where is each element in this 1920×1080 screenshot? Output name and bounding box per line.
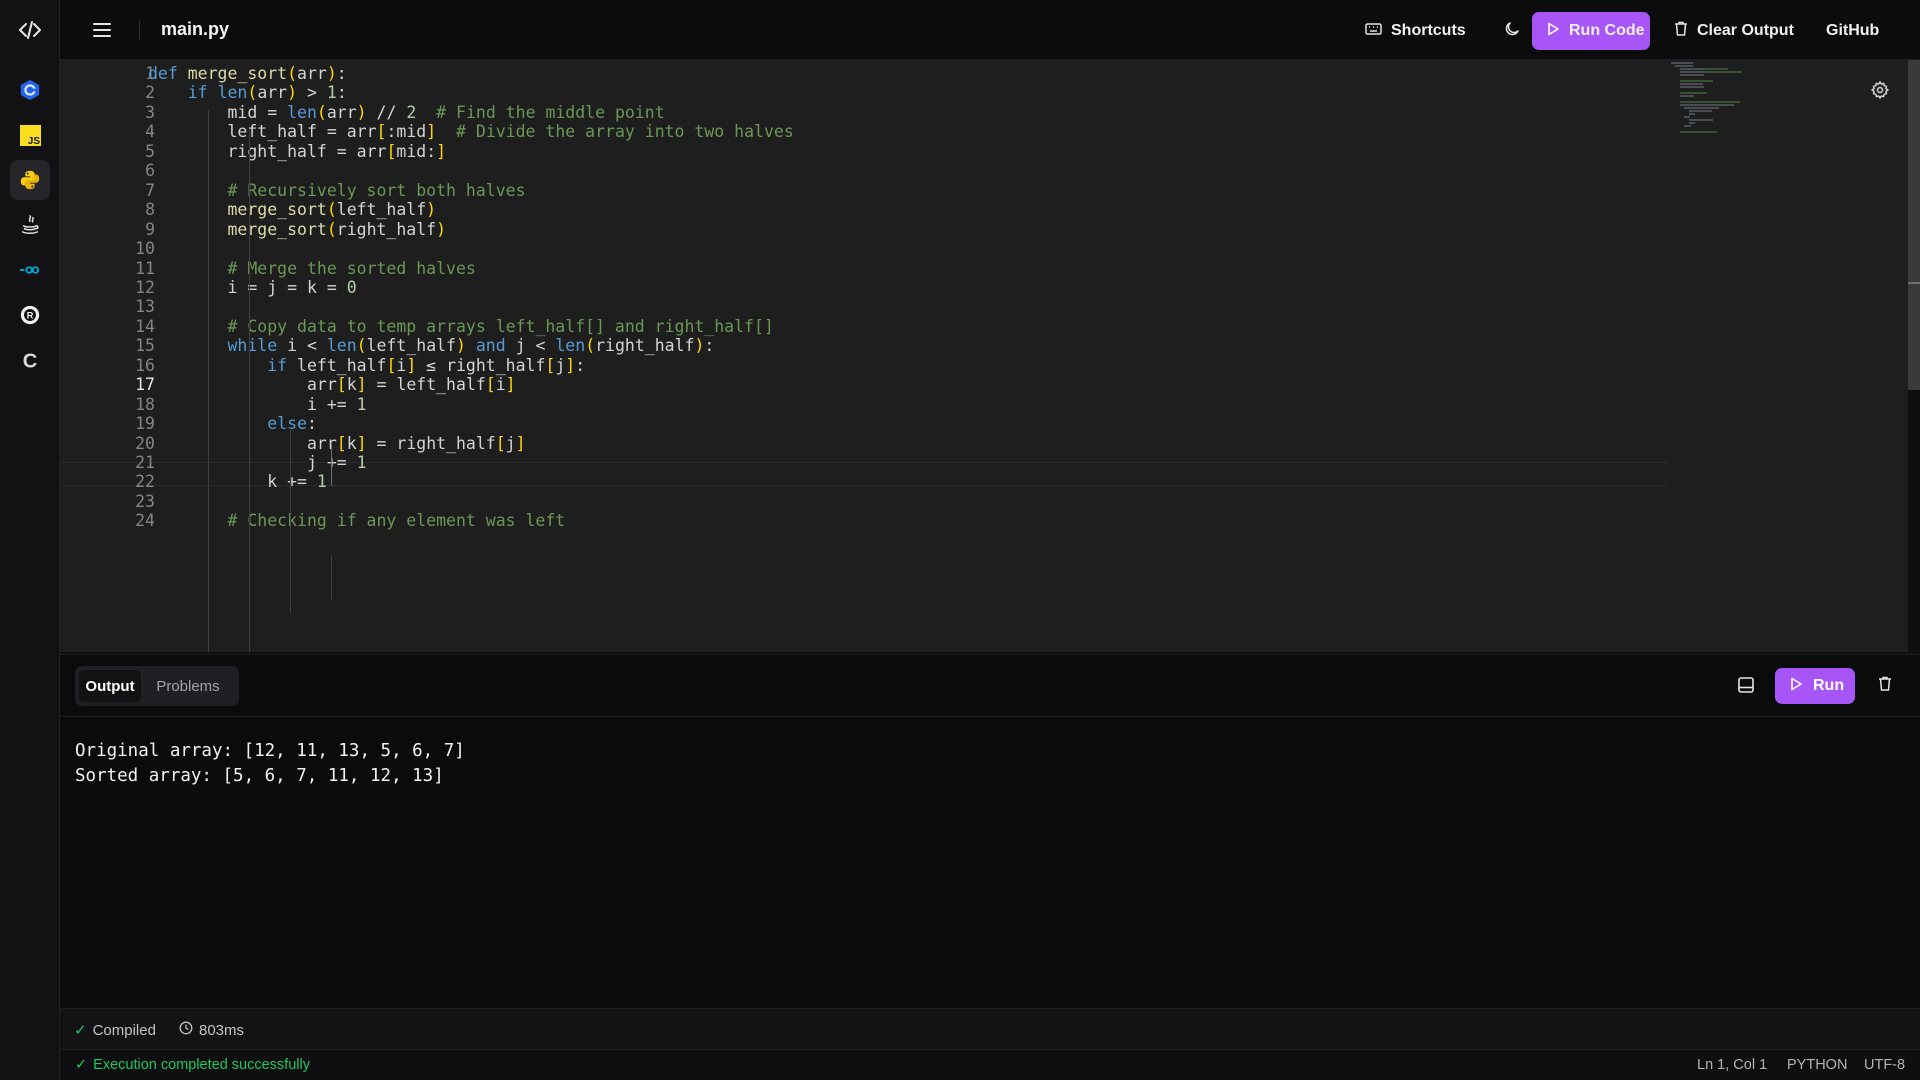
menu-icon[interactable] bbox=[90, 18, 114, 42]
duration-label: 803ms bbox=[199, 1021, 245, 1039]
minimap-line bbox=[1688, 110, 1712, 112]
language-java-button[interactable] bbox=[10, 205, 50, 245]
editor-scrollbar[interactable] bbox=[1908, 60, 1920, 390]
minimap-line bbox=[1679, 131, 1718, 133]
play-icon bbox=[1789, 677, 1803, 696]
language-mode[interactable]: PYTHON bbox=[1787, 1057, 1847, 1073]
app-logo-icon[interactable] bbox=[10, 10, 50, 50]
trash-icon bbox=[1878, 676, 1892, 695]
console-line: Original array: [12, 11, 13, 5, 6, 7] bbox=[75, 741, 465, 761]
minimap-line bbox=[1688, 119, 1713, 121]
minimap-line bbox=[1679, 104, 1734, 106]
execution-message-text: Execution completed successfully bbox=[93, 1057, 310, 1073]
compiled-label: Compiled bbox=[92, 1021, 156, 1039]
minimap-line bbox=[1679, 74, 1704, 76]
gear-icon[interactable] bbox=[1870, 80, 1890, 100]
language-rust-button[interactable]: R bbox=[10, 295, 50, 335]
language-python-button[interactable] bbox=[10, 160, 50, 200]
shortcuts-label: Shortcuts bbox=[1391, 22, 1466, 39]
language-sidebar: JS R C bbox=[0, 0, 60, 1080]
minimap-line bbox=[1705, 71, 1743, 73]
indent-guide bbox=[249, 130, 250, 652]
minimap-line bbox=[1679, 71, 1706, 73]
console-line: Sorted array: [5, 6, 7, 11, 12, 13] bbox=[75, 766, 444, 786]
file-encoding[interactable]: UTF-8 bbox=[1864, 1057, 1905, 1073]
python-icon bbox=[19, 169, 41, 191]
minimap-line bbox=[1679, 101, 1741, 103]
language-c-button[interactable]: C bbox=[10, 340, 50, 380]
scrollbar-cursor-marker bbox=[1908, 282, 1920, 284]
minimap-line bbox=[1675, 65, 1693, 67]
code-editor[interactable]: 1 def merge_sort(arr): 2 if len(arr) > 1: 3… bbox=[60, 60, 1908, 652]
run-label: Run bbox=[1813, 677, 1845, 694]
java-icon bbox=[19, 214, 41, 236]
trash-icon bbox=[1674, 21, 1688, 41]
minimap-line bbox=[1684, 116, 1690, 118]
code-text: # Checking if any element was left bbox=[227, 511, 566, 531]
output-divider bbox=[60, 716, 1920, 717]
github-link[interactable]: GitHub bbox=[1826, 12, 1879, 50]
language-javascript-button[interactable]: JS bbox=[10, 115, 50, 155]
minimap-line bbox=[1684, 107, 1720, 109]
minimap-line bbox=[1702, 68, 1729, 70]
top-toolbar: main.py Shortcuts Run Code Clear Output … bbox=[60, 0, 1920, 60]
tab-output[interactable]: Output bbox=[79, 670, 141, 702]
cursor-position[interactable]: Ln 1, Col 1 bbox=[1697, 1057, 1767, 1073]
minimap-line bbox=[1688, 113, 1696, 115]
language-go-button[interactable] bbox=[10, 250, 50, 290]
output-tabs: Output Problems bbox=[75, 666, 239, 706]
minimap-line bbox=[1679, 83, 1703, 85]
minimap-line bbox=[1671, 62, 1693, 64]
check-icon: ✓ bbox=[75, 1057, 88, 1073]
minimap-line bbox=[1679, 92, 1708, 94]
go-icon bbox=[19, 259, 41, 281]
compiled-status: ✓ Compiled bbox=[74, 1021, 156, 1040]
keyboard-icon bbox=[1365, 22, 1382, 41]
minimap-line bbox=[1679, 95, 1695, 97]
clock-icon bbox=[179, 1021, 193, 1039]
svg-text:JS: JS bbox=[27, 136, 40, 146]
run-button[interactable]: Run bbox=[1775, 668, 1855, 704]
moon-icon bbox=[1503, 20, 1521, 43]
indent-guide bbox=[290, 428, 291, 613]
javascript-icon: JS bbox=[19, 124, 41, 146]
language-cpp-button[interactable] bbox=[10, 70, 50, 110]
compile-status-bar: ✓ Compiled 803ms bbox=[60, 1008, 1920, 1049]
clear-console-button[interactable] bbox=[1878, 676, 1898, 696]
line-number: 24 bbox=[135, 511, 155, 531]
indent-guide-active bbox=[331, 442, 332, 486]
c-icon: C bbox=[19, 349, 41, 371]
minimap-line bbox=[1679, 68, 1703, 70]
rust-icon: R bbox=[19, 304, 41, 326]
run-code-label: Run Code bbox=[1569, 22, 1645, 39]
header-divider bbox=[139, 20, 140, 40]
tab-problems[interactable]: Problems bbox=[145, 670, 231, 702]
execution-message: ✓ Execution completed successfully bbox=[75, 1057, 310, 1073]
cpp-icon bbox=[19, 79, 41, 101]
minimap-line bbox=[1679, 86, 1704, 88]
indent-guide bbox=[331, 556, 332, 600]
panel-layout-icon bbox=[1737, 677, 1755, 698]
minimap-line bbox=[1684, 125, 1691, 127]
check-icon: ✓ bbox=[74, 1022, 87, 1039]
toggle-panel-button[interactable] bbox=[1737, 676, 1759, 698]
minimap-line bbox=[1679, 80, 1713, 82]
run-code-button[interactable]: Run Code bbox=[1532, 12, 1650, 50]
theme-toggle-button[interactable] bbox=[1492, 12, 1532, 50]
svg-text:C: C bbox=[23, 350, 38, 371]
indent-guide bbox=[208, 110, 209, 652]
code-line[interactable]: 24 # Checking if any element was left bbox=[60, 509, 1660, 533]
duration-status: 803ms bbox=[179, 1021, 244, 1039]
editor-scrollbar-track bbox=[1848, 60, 1860, 652]
shortcuts-button[interactable]: Shortcuts bbox=[1365, 12, 1466, 50]
file-name: main.py bbox=[161, 19, 230, 39]
play-icon bbox=[1546, 22, 1560, 41]
clear-output-label: Clear Output bbox=[1697, 22, 1794, 39]
svg-text:R: R bbox=[27, 311, 34, 321]
output-panel: Output Problems Run Original array: [12,… bbox=[60, 654, 1920, 1008]
clear-output-button[interactable]: Clear Output bbox=[1674, 12, 1794, 50]
minimap[interactable] bbox=[1671, 60, 1801, 260]
footer-status-bar: ✓ Execution completed successfully Ln 1,… bbox=[60, 1049, 1920, 1080]
minimap-line bbox=[1688, 122, 1696, 124]
